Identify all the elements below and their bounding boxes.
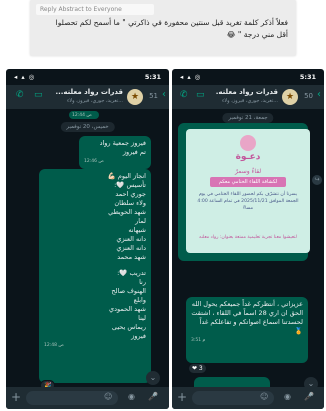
status-bar: 5:31 ◂ ▴ ◎ [172,69,324,85]
message-text: عزيزاتي ، أنتظركم غداً جميعكم يحول الله … [191,300,303,335]
group-members: ...تغريد، جوري، فيروز، ولاء [66,98,123,104]
message-bubble[interactable]: 12:44 ص [69,111,99,119]
invitation-banner: لكشافة اللقاء الختامي معكم [210,177,286,187]
date-chip: جمعة، 21 نوفمبر [222,113,274,123]
invitation-title: دعـوة [235,152,261,162]
invitation-body: يسرنا أن نتشرّف بكم لحضور اللقاء الختامي… [197,192,299,211]
list-item: ولاء سلطان [114,199,146,207]
status-time: 5:31 [299,73,316,81]
list-item: شهد الحمودي [108,305,146,313]
message-time: 3:51 م [191,338,206,343]
attendance-list-bubble[interactable]: انجاز اليوم 💪🏻 تأسيس 🤍: جوري احمد ولاء س… [39,169,151,383]
video-call-icon[interactable]: ▭ [34,90,43,100]
list-title: انجاز اليوم 💪🏻 [107,172,146,180]
date-chip: خميس، 20 نوفمبر [60,122,115,132]
status-icons: ◂ ▴ ◎ [14,73,36,81]
status-bar: 5:31 ◂ ▴ ◎ [6,69,169,85]
message-bubble[interactable]: فيروز جمعية رواد تم فيروز 12:46 ص [79,136,151,169]
message-text: تم فيروز [122,148,146,156]
invitation-image[interactable]: دعـوة لقاءٌ وسمرٌ لكشافة اللقاء الختامي … [186,129,310,253]
unread-count: 50 [304,92,313,100]
chat-header: ‹ 50 ★ قدرات رواد معلنه... ...تغريد، جور… [172,85,324,109]
list-item: دانه العنزي [116,244,146,252]
list-item: شيهانه [128,226,146,234]
attach-plus-icon[interactable]: + [177,390,187,404]
message-bubble[interactable]: عزيزاتي ، أنتظركم غداً جميعكم يحول الله … [186,297,308,363]
list-item: الهنوف صالح [111,287,146,295]
reply-to-label[interactable]: Reply Abstract to Everyone [36,4,154,15]
list-item: ريماس يحيى [111,323,146,331]
reply-message-text: فعلاً أذكر كلمة تغريد قبل سنتين محفورة ف… [55,18,288,39]
list-item: تأسيس 🤍: [114,181,146,189]
message-time: 12:46 ص [84,159,104,164]
invitation-subtitle: لقاءٌ وسمرٌ [234,168,262,175]
list-title: تدريب 🤍: [117,269,146,277]
group-avatar[interactable]: ★ [282,89,298,105]
list-item: شهد محمد [117,253,146,261]
group-title[interactable]: قدرات رواد معلنه... [216,88,278,96]
chat-area: 12:44 ص خميس، 20 نوفمبر فيروز جمعية رواد… [6,109,169,391]
microphone-icon[interactable]: 🎤 [304,392,314,401]
message-input-bar: + ☺ ◉ 🎤 [6,387,169,409]
sticker-icon[interactable]: ☺ [260,392,268,401]
back-arrow-icon[interactable]: ‹ [317,89,321,100]
list-item: شهد الحويطي [108,208,146,216]
right-chat-screenshot: 5:31 ◂ ▴ ◎ ‹ 50 ★ قدرات رواد معلنه... ..… [172,69,324,409]
group-members: ...تغريد، جوري، فيروز، ولاء [221,98,278,104]
status-icons: ◂ ▴ ◎ [180,73,202,81]
phone-call-icon[interactable]: ✆ [180,90,188,100]
chat-area: جمعة، 21 نوفمبر دعـوة لقاءٌ وسمرٌ لكشافة… [172,109,324,407]
status-time: 5:31 [144,73,161,81]
list-item: دانه العنزي [116,235,146,243]
unread-count: 51 [149,92,158,100]
list-item: رنا [139,278,146,286]
camera-icon[interactable]: ◉ [128,392,135,401]
forward-icon[interactable]: ↪ [312,175,322,185]
sticker-icon[interactable]: ☺ [104,392,112,401]
list-item: لينا [138,314,146,322]
reply-card: Reply Abstract to Everyone فعلاً أذكر كل… [30,0,296,56]
list-item: لمار [135,217,146,225]
camera-icon[interactable]: ◉ [284,392,291,401]
chat-header: ‹ 51 ★ قدرات رواد معلنه... ...تغريد، جور… [6,85,169,109]
message-text: فيروز جمعية رواد [99,139,146,147]
left-chat-screenshot: 5:31 ◂ ▴ ◎ ‹ 51 ★ قدرات رواد معلنه... ..… [6,69,169,409]
message-time: 12:44 ص [72,113,92,118]
scroll-down-icon[interactable]: ⌄ [146,371,160,385]
list-item: فيروز [131,332,146,340]
image-message-bubble[interactable]: دعـوة لقاءٌ وسمرٌ لكشافة اللقاء الختامي … [178,123,310,261]
invitation-logo [240,135,256,151]
group-avatar[interactable]: ★ [127,89,143,105]
attach-plus-icon[interactable]: + [11,390,21,404]
message-time: 12:48 ص [44,343,64,348]
phone-call-icon[interactable]: ✆ [16,90,24,100]
list-item: وابلع [133,296,146,304]
group-title[interactable]: قدرات رواد معلنه... [53,88,123,96]
back-arrow-icon[interactable]: ‹ [162,89,166,100]
video-call-icon[interactable]: ▭ [196,90,205,100]
list-item: جوري احمد [115,190,146,198]
message-input-bar: + ☺ ◉ 🎤 [172,387,324,409]
message-reaction[interactable]: ❤ 3 [188,363,207,374]
microphone-icon[interactable]: 🎤 [148,392,158,401]
invitation-footer: لتعيشوا معنا تجربة تعليمية ممتعة بعنوان:… [199,235,297,240]
